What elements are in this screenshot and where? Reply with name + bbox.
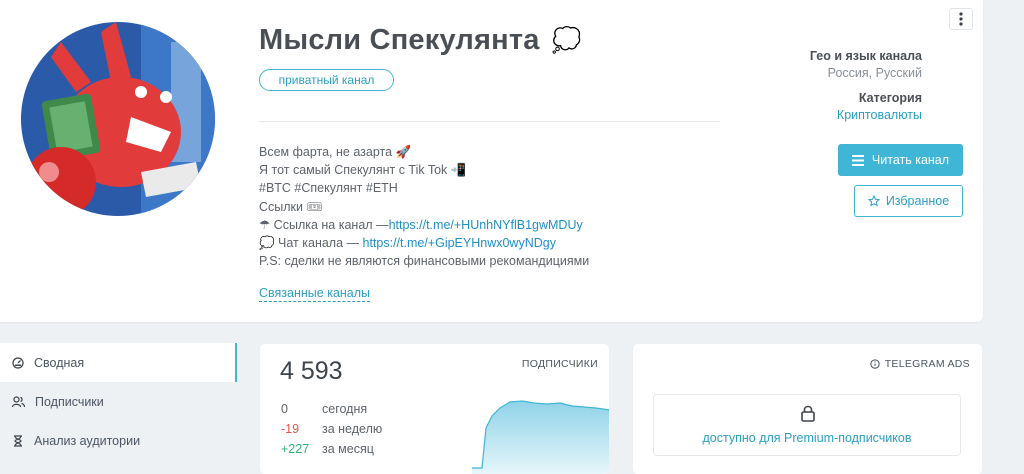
channel-title: Мысли Спекулянта [259,24,540,56]
description-line: ☂ Ссылка на канал —https://t.me/+HUnhNYf… [259,217,583,232]
premium-lock-box: доступно для Premium-подписчиков [653,394,961,456]
subscribers-label: ПОДПИСЧИКИ [521,358,598,370]
channel-invite-link[interactable]: https://t.me/+HUnhNYflB1gwMDUy [389,218,583,232]
sidebar-item-subscribers[interactable]: Подписчики [0,382,237,421]
geo-language-block: Гео и язык канала Россия, Русский [810,49,922,80]
stat-row-week: -19 за неделю [281,422,382,436]
stat-label-month: за месяц [322,442,374,456]
stat-label-today: сегодня [322,402,368,416]
favorite-button[interactable]: Избранное [854,185,963,217]
hourglass-icon [14,434,22,447]
sidebar-item-audience-analysis[interactable]: Анализ аудитории [0,421,237,460]
more-menu-button[interactable] [949,8,973,30]
stat-label-week: за неделю [322,422,383,436]
geo-heading: Гео и язык канала [809,49,922,63]
telegram-ads-heading: TELEGRAM ADS [870,358,970,370]
stat-row-month: +227 за месяц [281,442,374,456]
private-channel-badge: приватный канал [259,69,394,91]
sidebar-item-summary[interactable]: Сводная [0,343,237,382]
star-icon [867,195,880,207]
premium-link[interactable]: доступно для Premium-подписчиков [654,431,960,445]
description-line: #BTC #Спекулянт #ETH [259,181,398,196]
description-line: P.S: сделки не являются финансовыми реко… [259,254,590,269]
telegram-ads-card: TELEGRAM ADS доступно для Premium-подпис… [633,344,982,474]
category-heading: Категория [858,91,922,105]
stat-value-week: -19 [281,422,300,436]
sidebar: Сводная Подписчики Анализ аудитории [0,343,237,468]
read-channel-button[interactable]: Читать канал [838,144,963,176]
kebab-icon [959,12,963,26]
chat-invite-link[interactable]: https://t.me/+GipEYHnwx0wyNDgy [363,236,556,250]
geo-value: Россия, Русский [827,66,922,80]
users-icon [12,395,25,407]
sidebar-item-label: Анализ аудитории [34,433,141,448]
dashboard-icon [12,356,24,369]
channel-description: Всем фарта, не азарта 🚀 Я тот самый Спек… [259,143,589,270]
question-icon [870,359,880,369]
telegram-ads-title: TELEGRAM ADS [884,358,970,370]
subscribers-count: 4 593 [280,357,343,385]
channel-avatar [21,22,215,216]
stat-value-today: 0 [281,402,288,416]
read-channel-label: Читать канал [871,153,950,167]
lock-icon [801,405,815,422]
description-line: Всем фарта, не азарта 🚀 [259,145,412,159]
category-link[interactable]: Криптовалюты [837,108,922,122]
subscribers-card: 4 593 ПОДПИСЧИКИ 0 сегодня -19 за неделю… [260,344,609,474]
stat-row-today: 0 сегодня [281,402,367,416]
stat-value-month: +227 [281,442,310,456]
related-channels-link[interactable]: Связанные каналы [259,286,371,302]
page-title: Мысли Спекулянта 💭 [259,24,582,57]
divider [259,121,720,122]
description-line: Я тот самый Спекулянт с Tik Tok 📲 [259,163,467,178]
list-icon [851,154,864,166]
channel-header-card: Мысли Спекулянта 💭 приватный канал Всем … [0,0,983,322]
sidebar-item-label: Сводная [34,355,85,370]
subscribers-sparkline [472,400,609,474]
sidebar-item-label: Подписчики [35,394,104,409]
description-line: 💭 Чат канала — https://t.me/+GipEYHnwx0w… [259,236,556,251]
description-line: Ссылки 🎟 [259,199,323,214]
favorite-label: Избранное [885,194,950,208]
category-block: Категория Криптовалюты [837,91,922,122]
thought-bubble-icon: 💭 [551,27,582,54]
